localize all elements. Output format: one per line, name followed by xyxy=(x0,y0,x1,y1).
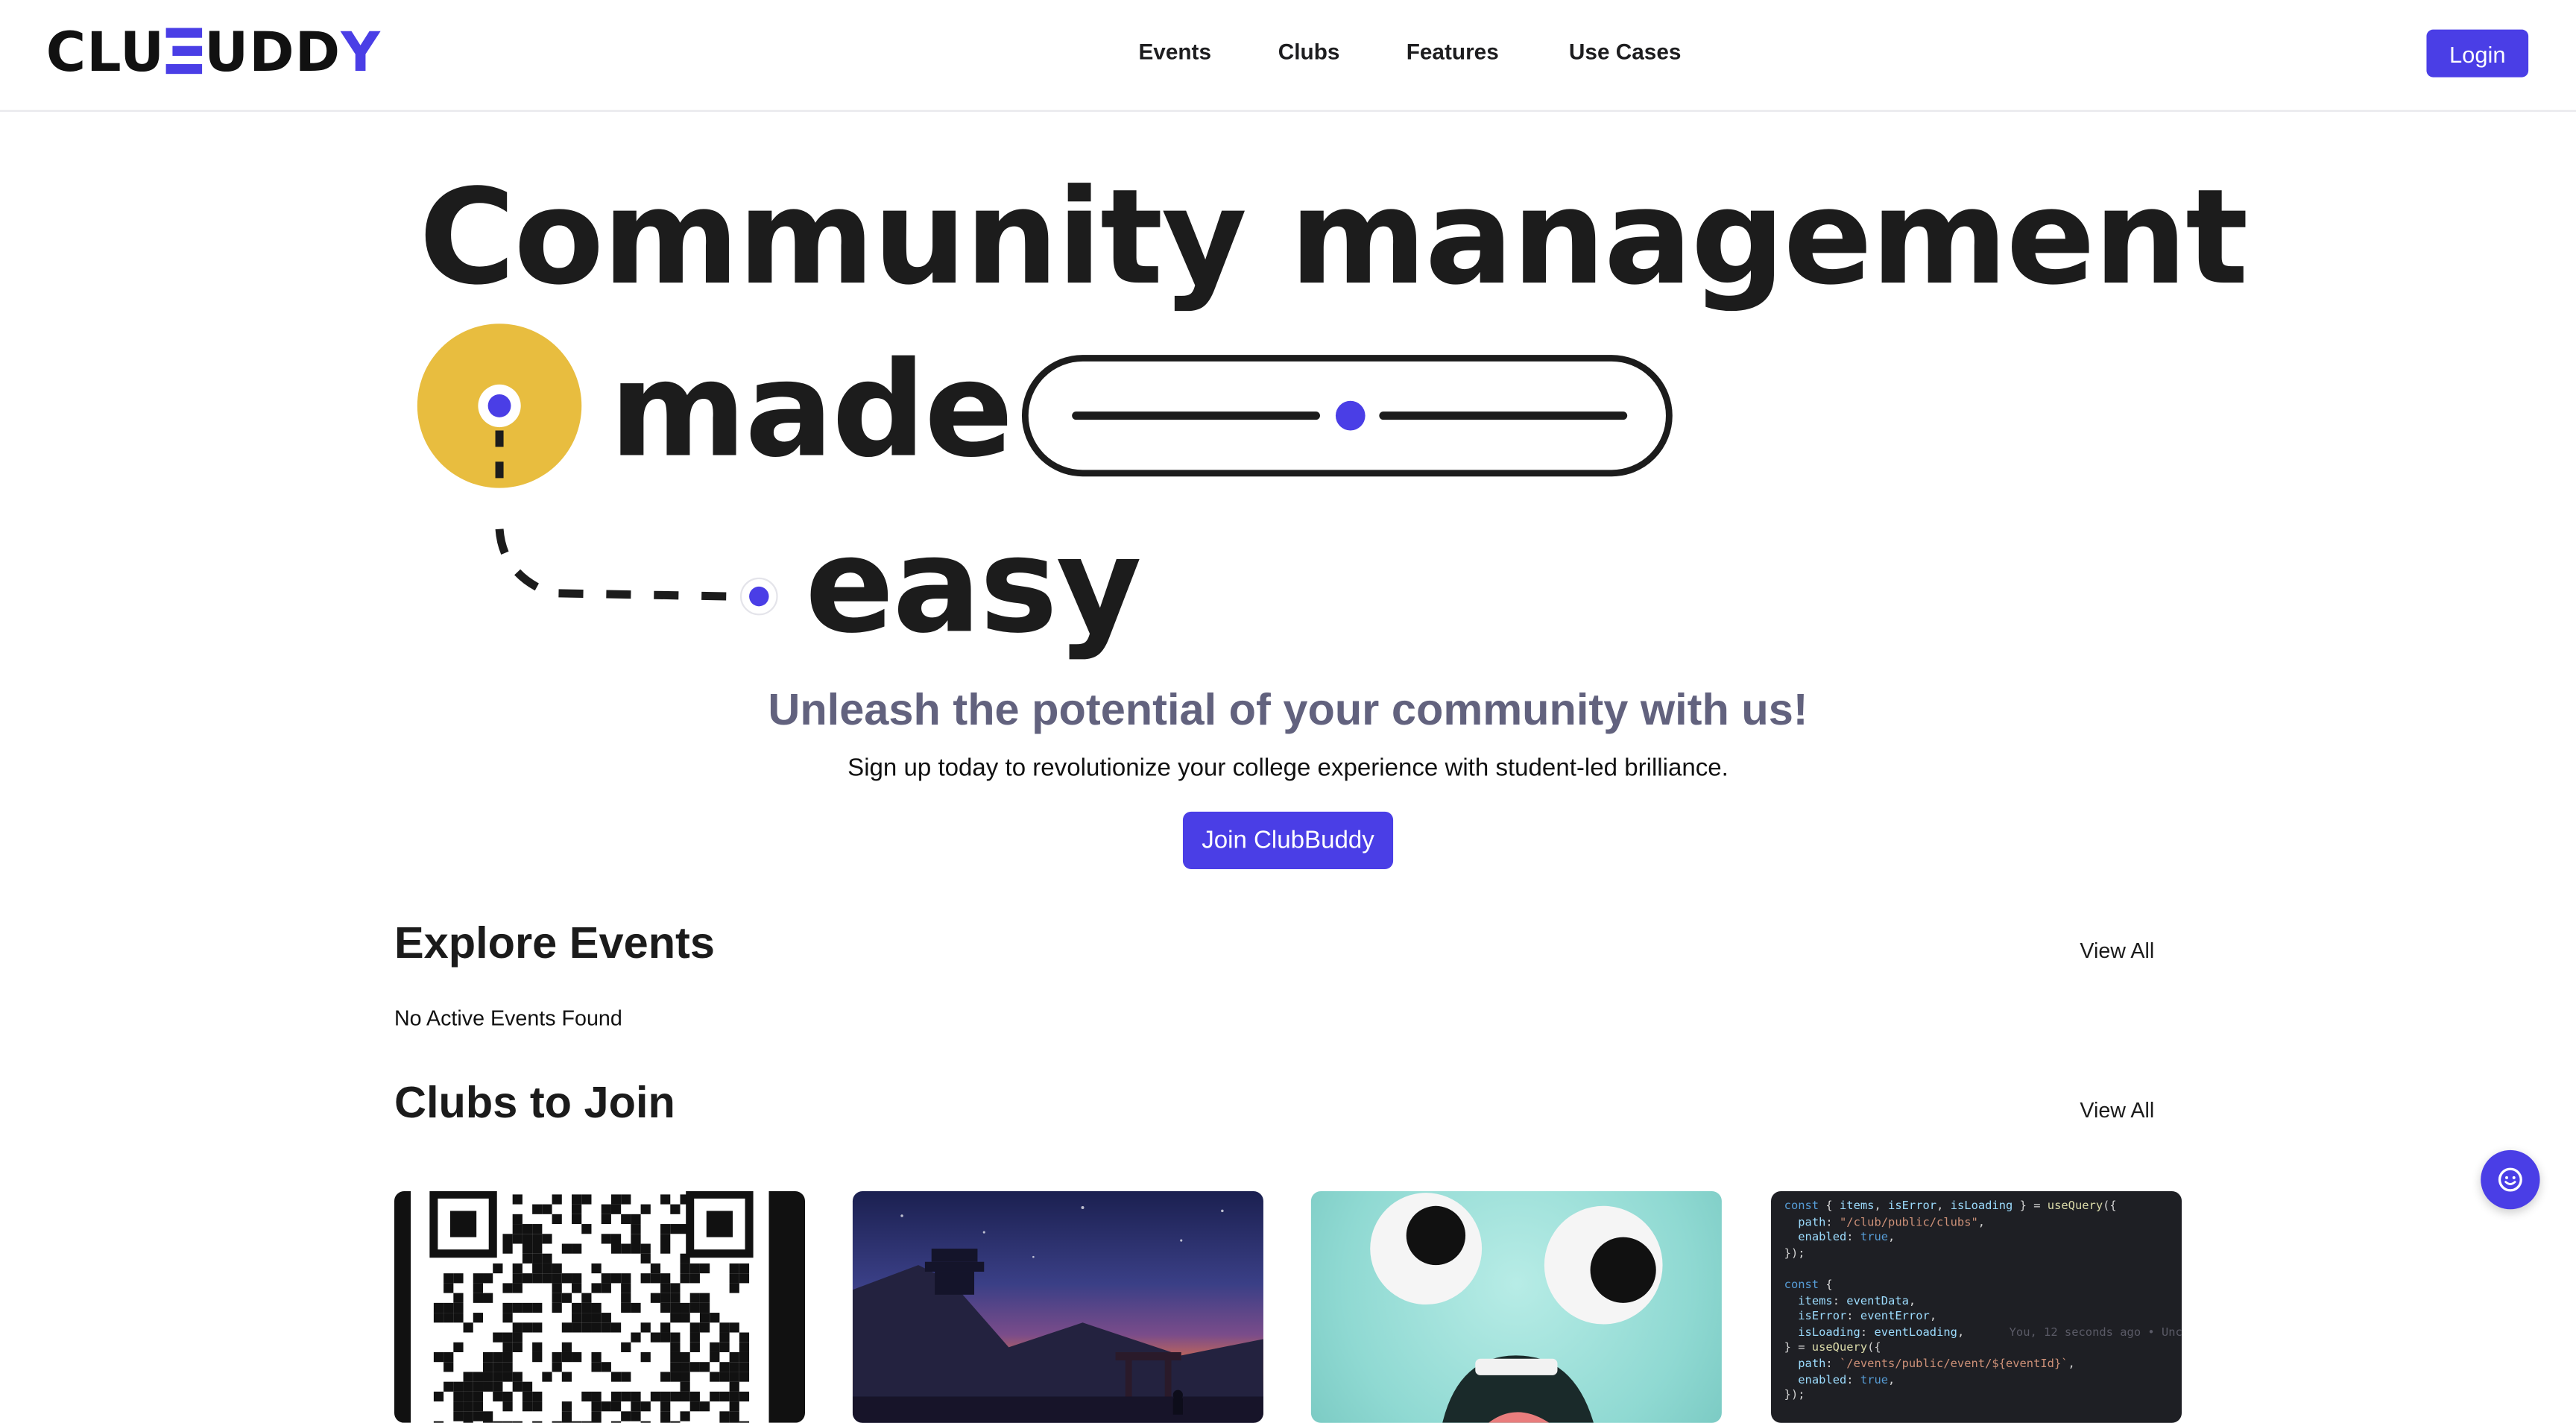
code-line: const { xyxy=(1784,1278,1833,1292)
code-line: } = useQuery({ xyxy=(1784,1341,1881,1354)
events-view-all-link[interactable]: View All xyxy=(2080,938,2154,963)
end-dot-shape xyxy=(749,586,769,607)
club-card-cartoon-face[interactable] xyxy=(1310,1190,1722,1423)
club-card-night-temple[interactable] xyxy=(852,1190,1263,1423)
code-line: items: eventData, xyxy=(1798,1293,1916,1307)
clubs-to-join-title: Clubs to Join xyxy=(394,1077,675,1128)
page: CLU UDD Y Events Clubs Features Use Case… xyxy=(0,0,2576,1426)
club-card-code-editor[interactable]: const { items, isError, isLoading } = us… xyxy=(1771,1190,2182,1423)
clubs-view-all-link[interactable]: View All xyxy=(2080,1097,2154,1122)
night-temple-image xyxy=(852,1206,1263,1423)
code-editor-image: const { items, isError, isLoading } = us… xyxy=(1784,1199,2117,1404)
events-empty-message: No Active Events Found xyxy=(394,1005,622,1030)
code-line: }); xyxy=(1784,1388,1805,1402)
hero-title-line-2: made xyxy=(609,333,1014,487)
code-line: const { items, isError, isLoading } = us… xyxy=(1784,1199,2117,1213)
dashed-connector-curve xyxy=(495,529,731,601)
slider-knob-shape xyxy=(1335,400,1366,431)
join-clubbuddy-button[interactable]: Join ClubBuddy xyxy=(1182,811,1394,869)
hero-description: Sign up today to revolutionize your coll… xyxy=(847,754,1729,783)
qr-code-image xyxy=(394,1190,806,1423)
chat-widget-button[interactable] xyxy=(2481,1149,2540,1210)
hero-decoration xyxy=(417,324,1673,616)
club-card-qr[interactable] xyxy=(394,1190,806,1423)
hero-subheading: Unleash the potential of your community … xyxy=(768,685,1808,735)
cartoon-face-image xyxy=(1370,1193,1663,1423)
blue-dot-shape xyxy=(487,394,511,417)
code-line: path: "/club/public/clubs", xyxy=(1798,1215,1986,1228)
hero-title-line-3: easy xyxy=(805,509,1142,663)
code-line: isError: eventError, xyxy=(1798,1310,1937,1323)
explore-events-title: Explore Events xyxy=(394,918,715,968)
code-line: path: `/events/public/event/${eventId}`, xyxy=(1798,1357,2075,1371)
smile-chat-icon xyxy=(2498,1167,2522,1192)
code-blame-annotation: You, 12 seconds ago • Unc xyxy=(2009,1325,2182,1340)
hero-title-line-1: Community management xyxy=(419,161,2248,314)
code-line: enabled: true, xyxy=(1798,1231,1895,1244)
code-line: enabled: true, xyxy=(1798,1372,1895,1386)
code-line: }); xyxy=(1784,1246,1805,1261)
